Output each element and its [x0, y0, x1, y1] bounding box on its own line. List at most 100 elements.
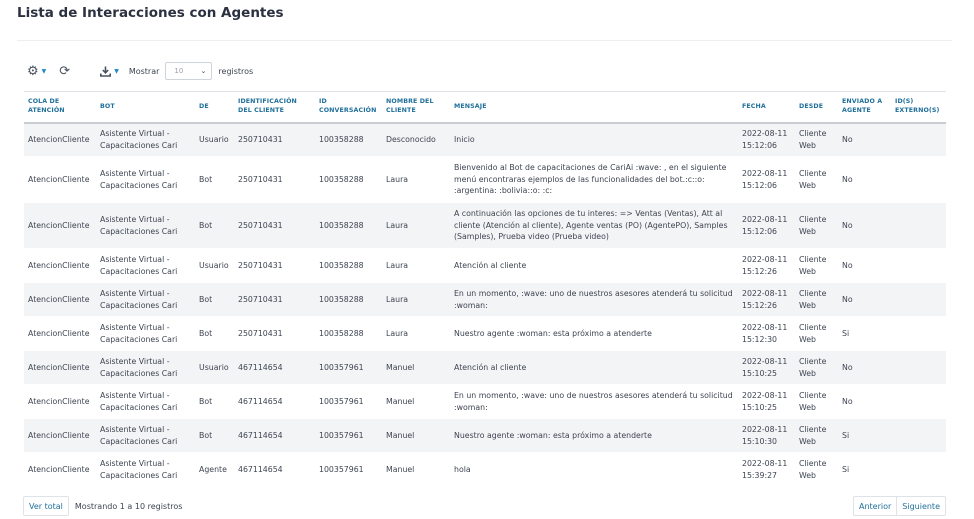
table-row[interactable]: AtencionCliente Asistente Virtual - Capac… — [24, 248, 946, 283]
queue-cell: AtencionCliente — [28, 464, 90, 474]
sent-to-agent-cell: No — [842, 260, 853, 270]
view-all-button[interactable]: Ver total — [23, 496, 69, 516]
bot-cell: Asistente Virtual - Capacitaciones Cari — [100, 214, 178, 236]
sender-cell: Bot — [199, 328, 213, 338]
date-cell: 2022-08-11 15:12:26 — [742, 254, 788, 276]
column-header[interactable]: ENVIADO A AGENTE — [838, 92, 891, 123]
interactions-table-container: COLA DE ATENCIÓN BOT DE IDENTIFICACIÓN D… — [24, 91, 946, 487]
bot-cell: Asistente Virtual - Capacitaciones Cari — [100, 288, 178, 310]
column-header[interactable]: IDENTIFICACIÓN DEL CLIENTE — [234, 92, 315, 123]
client-id-cell: 250710431 — [238, 174, 283, 184]
showing-info: Mostrando 1 a 10 registros — [74, 501, 183, 511]
external-id-cell — [891, 249, 946, 283]
table-row[interactable]: AtencionCliente Asistente Virtual - Capac… — [24, 418, 946, 453]
date-cell: 2022-08-11 15:39:27 — [742, 458, 788, 480]
column-header[interactable]: ID CONVERSACIÓN — [315, 92, 382, 123]
external-id-cell — [891, 203, 946, 249]
client-id-cell: 250710431 — [238, 134, 283, 144]
previous-page-button[interactable]: Anterior — [852, 496, 898, 516]
queue-cell: AtencionCliente — [28, 328, 90, 338]
conversation-id-cell: 100358288 — [319, 294, 364, 304]
bot-cell: Asistente Virtual - Capacitaciones Cari — [100, 254, 178, 276]
message-cell: Bienvenido al Bot de capacitaciones de C… — [454, 162, 727, 196]
source-cell: Cliente Web — [799, 424, 827, 446]
bot-cell: Asistente Virtual - Capacitaciones Cari — [100, 458, 178, 480]
conversation-id-cell: 100357961 — [319, 362, 364, 372]
client-id-cell: 250710431 — [238, 294, 283, 304]
table-row[interactable]: AtencionCliente Asistente Virtual - Capac… — [24, 384, 946, 419]
table-row[interactable]: AtencionCliente Asistente Virtual - Capac… — [24, 122, 946, 157]
column-header[interactable]: BOT — [96, 92, 195, 123]
divider — [17, 40, 952, 41]
sent-to-agent-cell: Si — [842, 464, 850, 474]
source-cell: Cliente Web — [799, 322, 827, 344]
message-cell: Atención al cliente — [454, 260, 527, 270]
column-header[interactable]: ID(S) EXTERNO(S) — [891, 92, 946, 123]
column-header[interactable]: NOMBRE DEL CLIENTE — [382, 92, 450, 123]
queue-cell: AtencionCliente — [28, 362, 90, 372]
bot-cell: Asistente Virtual - Capacitaciones Cari — [100, 322, 178, 344]
sender-cell: Bot — [199, 430, 213, 440]
sent-to-agent-cell: No — [842, 294, 853, 304]
queue-cell: AtencionCliente — [28, 134, 90, 144]
message-cell: En un momento, :wave: uno de nuestros as… — [454, 288, 733, 310]
page-title: Lista de Interacciones con Agentes — [17, 5, 284, 21]
external-id-cell — [891, 283, 946, 317]
sent-to-agent-cell: Si — [842, 328, 850, 338]
message-cell: Nuestro agente :woman: esta próximo a at… — [454, 430, 652, 440]
client-name-cell: Manuel — [386, 430, 415, 440]
queue-cell: AtencionCliente — [28, 220, 90, 230]
client-id-cell: 250710431 — [238, 260, 283, 270]
records-label: registros — [218, 66, 254, 76]
conversation-id-cell: 100358288 — [319, 220, 364, 230]
settings-dropdown[interactable]: ⚙ ▼ — [27, 64, 46, 79]
message-cell: A continuación las opciones de tu intere… — [454, 208, 728, 242]
column-header[interactable]: DE — [195, 92, 234, 123]
sender-cell: Usuario — [199, 260, 229, 270]
source-cell: Cliente Web — [799, 214, 827, 236]
bot-cell: Asistente Virtual - Capacitaciones Cari — [100, 129, 178, 150]
queue-cell: AtencionCliente — [28, 430, 90, 440]
download-dropdown[interactable]: ▼ — [100, 66, 119, 77]
message-cell: Atención al cliente — [454, 362, 527, 372]
toolbar: ⚙ ▼ ⟳ ▼ Mostrar 10 ⌄ registros — [27, 61, 253, 81]
table-row[interactable]: AtencionCliente Asistente Virtual - Capac… — [24, 282, 946, 317]
client-id-cell: 467114654 — [238, 464, 283, 474]
show-label: Mostrar — [128, 66, 160, 76]
date-cell: 2022-08-11 15:12:06 — [742, 129, 788, 150]
refresh-icon: ⟳ — [59, 63, 71, 79]
client-id-cell: 467114654 — [238, 362, 283, 372]
client-name-cell: Laura — [386, 220, 409, 230]
table-row[interactable]: AtencionCliente Asistente Virtual - Capac… — [24, 452, 946, 487]
column-header[interactable]: MENSAJE — [450, 92, 738, 123]
client-name-cell: Laura — [386, 294, 409, 304]
table-row[interactable]: AtencionCliente Asistente Virtual - Capac… — [24, 202, 946, 249]
sent-to-agent-cell: No — [842, 134, 853, 144]
page-size-select[interactable]: 10 ⌄ — [165, 62, 213, 80]
interactions-table: COLA DE ATENCIÓN BOT DE IDENTIFICACIÓN D… — [24, 91, 946, 487]
column-header[interactable]: COLA DE ATENCIÓN — [24, 92, 96, 123]
sent-to-agent-cell: No — [842, 174, 853, 184]
table-row[interactable]: AtencionCliente Asistente Virtual - Capac… — [24, 156, 946, 203]
next-page-button[interactable]: Siguiente — [897, 496, 946, 516]
column-header[interactable]: DESDE — [795, 92, 838, 123]
date-cell: 2022-08-11 15:12:06 — [742, 168, 788, 190]
bot-cell: Asistente Virtual - Capacitaciones Cari — [100, 424, 178, 446]
source-cell: Cliente Web — [799, 288, 827, 310]
sender-cell: Bot — [199, 220, 213, 230]
table-row[interactable]: AtencionCliente Asistente Virtual - Capac… — [24, 316, 946, 351]
sent-to-agent-cell: No — [842, 220, 853, 230]
queue-cell: AtencionCliente — [28, 174, 90, 184]
conversation-id-cell: 100358288 — [319, 260, 364, 270]
refresh-button[interactable]: ⟳ — [59, 64, 70, 79]
client-name-cell: Manuel — [386, 396, 415, 406]
sent-to-agent-cell: No — [842, 396, 853, 406]
gear-icon: ⚙ — [27, 63, 39, 79]
date-cell: 2022-08-11 15:10:25 — [742, 390, 788, 412]
caret-down-icon: ▼ — [114, 67, 119, 75]
external-id-cell — [891, 453, 946, 487]
table-row[interactable]: AtencionCliente Asistente Virtual - Capac… — [24, 350, 946, 385]
message-cell: Inicio — [454, 134, 475, 144]
external-id-cell — [891, 385, 946, 419]
column-header[interactable]: FECHA — [738, 92, 795, 123]
